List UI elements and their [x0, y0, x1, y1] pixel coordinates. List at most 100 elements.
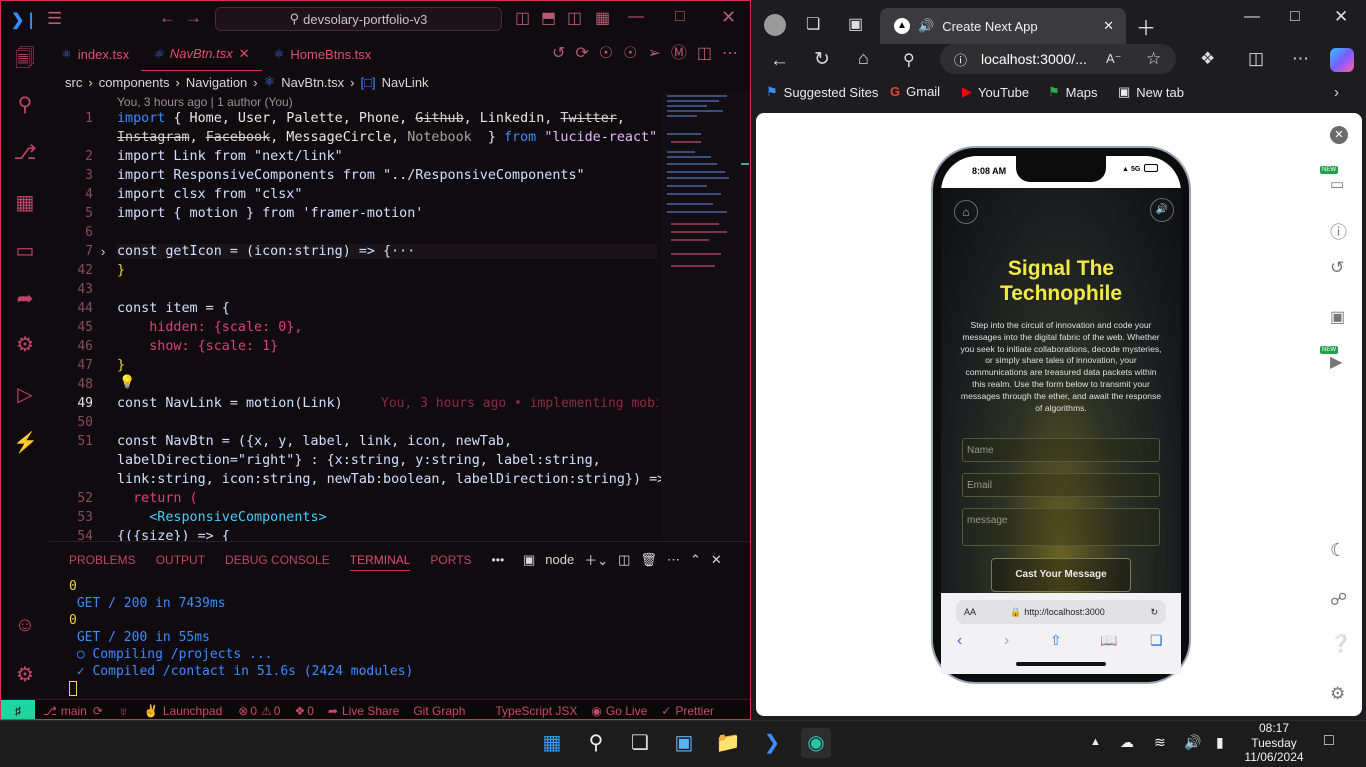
code-line[interactable]: import { motion } from 'framer-motion' [117, 206, 423, 221]
dark-mode-moon-icon[interactable]: ☾ [1330, 540, 1346, 561]
wifi-icon[interactable]: ≋ [1154, 734, 1166, 751]
submit-button[interactable]: Cast Your Message [991, 558, 1131, 592]
favorite-new-tab[interactable]: ▣ New tab [1118, 84, 1184, 100]
minimize-icon[interactable]: — [628, 9, 644, 25]
minimize-icon[interactable]: — [1244, 8, 1260, 26]
trash-icon[interactable]: 🗑 [640, 552, 657, 568]
name-field[interactable]: Name [962, 438, 1160, 462]
split-editor-icon[interactable]: ◫ [697, 46, 712, 62]
favorite-gmail[interactable]: G Gmail [890, 84, 940, 99]
search-icon[interactable]: ⚲ [903, 50, 915, 70]
share-icon[interactable]: ☍ [1330, 590, 1347, 610]
tab-output[interactable]: OUTPUT [156, 553, 205, 571]
refresh-icon[interactable]: ↻ [814, 48, 830, 71]
safari-share-icon[interactable]: ⇧ [1050, 632, 1062, 649]
status-prettier[interactable]: Prettier [675, 704, 714, 718]
breadcrumb-item[interactable]: src [65, 75, 82, 90]
safari-address-bar[interactable]: AA 🔒 http://localhost:3000 ↻ [956, 600, 1166, 624]
timeline-icon[interactable]: ↺ [552, 46, 565, 62]
notification-icon[interactable]: □ [1324, 732, 1334, 750]
tab-index[interactable]: ⚛ index.tsx [49, 37, 141, 71]
tab-homebtns[interactable]: ⚛ HomeBtns.tsx [262, 37, 384, 71]
safari-back-icon[interactable]: ‹ [957, 632, 962, 650]
forward-arrow-icon[interactable]: → [185, 9, 202, 26]
battery-icon[interactable]: ▮ [1216, 734, 1224, 751]
more-actions-icon[interactable]: ⋯ [722, 46, 738, 62]
tab-actions-icon[interactable]: ▣ [848, 14, 863, 34]
close-window-icon[interactable]: ✕ [1334, 7, 1348, 27]
source-control-icon[interactable]: ⎇ [13, 141, 37, 165]
code-line[interactable]: show: {scale: 1} [117, 339, 278, 354]
search-icon[interactable]: ⚲ [581, 728, 611, 758]
code-line[interactable]: } [117, 263, 125, 278]
profile-avatar[interactable] [764, 14, 786, 36]
maximize-panel-icon[interactable]: ⌃ [690, 552, 701, 568]
account-icon[interactable]: ☺ [13, 613, 37, 637]
close-icon[interactable]: ✕ [721, 8, 736, 26]
toggle-panel-icon[interactable]: ⬒ [541, 11, 556, 27]
address-bar[interactable]: ⓘ localhost:3000/... [940, 44, 1176, 74]
breadcrumb-item[interactable]: NavBtn.tsx [281, 75, 344, 90]
maximize-icon[interactable]: □ [1290, 8, 1300, 26]
git-next-icon[interactable]: ☉ [623, 46, 637, 62]
read-aloud-icon[interactable]: A⁻ [1106, 51, 1122, 67]
widgets-icon[interactable]: ▣ [669, 728, 699, 758]
toggle-primary-sidebar-icon[interactable]: ◫ [515, 11, 530, 27]
favorite-star-icon[interactable]: ☆ [1146, 49, 1161, 69]
code-line[interactable]: <ResponsiveComponents> [117, 510, 326, 525]
code-line[interactable]: const NavLink = motion(Link) [117, 396, 343, 411]
new-terminal-icon[interactable]: ＋⌄ [584, 550, 608, 569]
code-line[interactable]: import ResponsiveComponents from "../Res… [117, 168, 585, 183]
thunder-client-icon[interactable]: ⚡ [13, 431, 38, 455]
sound-icon[interactable]: 🔊 [1150, 198, 1174, 222]
code-line[interactable]: const NavBtn = ({x, y, label, link, icon… [117, 434, 512, 449]
code-line[interactable]: } [117, 358, 125, 373]
codelens-blame[interactable]: You, 3 hours ago | 1 author (You) [117, 95, 293, 109]
code-line[interactable]: import { Home, User, Palette, Phone, Git… [117, 111, 625, 126]
show-hidden-icons[interactable]: ▲ [1090, 736, 1101, 748]
settings-icon[interactable]: ⚙ [1330, 684, 1345, 704]
safari-tabs-icon[interactable]: ❏ [1150, 632, 1163, 649]
status-live-share[interactable]: Live Share [342, 704, 399, 718]
more-tabs-icon[interactable]: ••• [492, 553, 505, 571]
vscode-taskbar-icon[interactable]: ❯ [757, 728, 787, 758]
maximize-icon[interactable]: □ [675, 9, 685, 25]
close-tab-icon[interactable]: ✕ [1103, 18, 1114, 34]
extensions-icon[interactable]: ❖ [1200, 49, 1215, 69]
status-ports[interactable]: 0 [307, 704, 314, 718]
remote-explorer-icon[interactable]: ▭ [13, 239, 37, 263]
more-icon[interactable]: ⋯ [667, 552, 680, 568]
browser-tab[interactable]: ▲ 🔊 Create Next App ✕ [880, 8, 1126, 44]
reload-icon[interactable]: ↻ [1150, 607, 1158, 618]
code-line[interactable]: labelDirection="right"} : {x:string, y:s… [117, 453, 601, 468]
remote-indicator-icon[interactable]: ♯ [1, 699, 35, 719]
split-terminal-icon[interactable]: ◫ [618, 552, 630, 568]
toggle-secondary-sidebar-icon[interactable]: ◫ [567, 11, 582, 27]
volume-icon[interactable]: 🔊 [1184, 734, 1201, 751]
lightbulb-icon[interactable]: 💡 [119, 374, 135, 390]
status-warnings[interactable]: 0 [274, 704, 281, 718]
workspaces-icon[interactable]: ❏ [806, 14, 820, 34]
terminal-shell-name[interactable]: node [545, 552, 574, 567]
tab-debug-console[interactable]: DEBUG CONSOLE [225, 553, 330, 571]
live-share-icon[interactable]: ➦ [13, 287, 37, 311]
breadcrumb-item[interactable]: NavLink [382, 75, 429, 90]
open-changes-icon[interactable]: ➢ [647, 46, 660, 62]
minimap[interactable] [661, 93, 749, 539]
next-js-icon[interactable]: Ⓜ [671, 46, 687, 62]
status-git-graph[interactable]: Git Graph [413, 704, 465, 718]
terminal-cursor[interactable] [69, 681, 77, 696]
audio-icon[interactable]: 🔊 [918, 18, 934, 34]
code-line[interactable]: import Link from "next/link" [117, 149, 343, 164]
favorite-maps[interactable]: ⚑ Maps [1048, 84, 1097, 100]
breadcrumb-item[interactable]: components [99, 75, 170, 90]
git-commit-icon[interactable]: ☉ [599, 46, 613, 62]
back-arrow-icon[interactable]: ← [159, 9, 176, 26]
chevron-right-icon[interactable]: › [1334, 84, 1339, 101]
copilot-icon[interactable] [1330, 48, 1354, 72]
code-line[interactable]: link:string, icon:string, newTab:boolean… [117, 472, 681, 487]
code-line[interactable]: hidden: {scale: 0}, [117, 320, 302, 335]
device-list-icon[interactable]: ▭ [1330, 175, 1344, 193]
message-field[interactable]: message [962, 508, 1160, 546]
code-line[interactable]: return ( [117, 491, 198, 506]
